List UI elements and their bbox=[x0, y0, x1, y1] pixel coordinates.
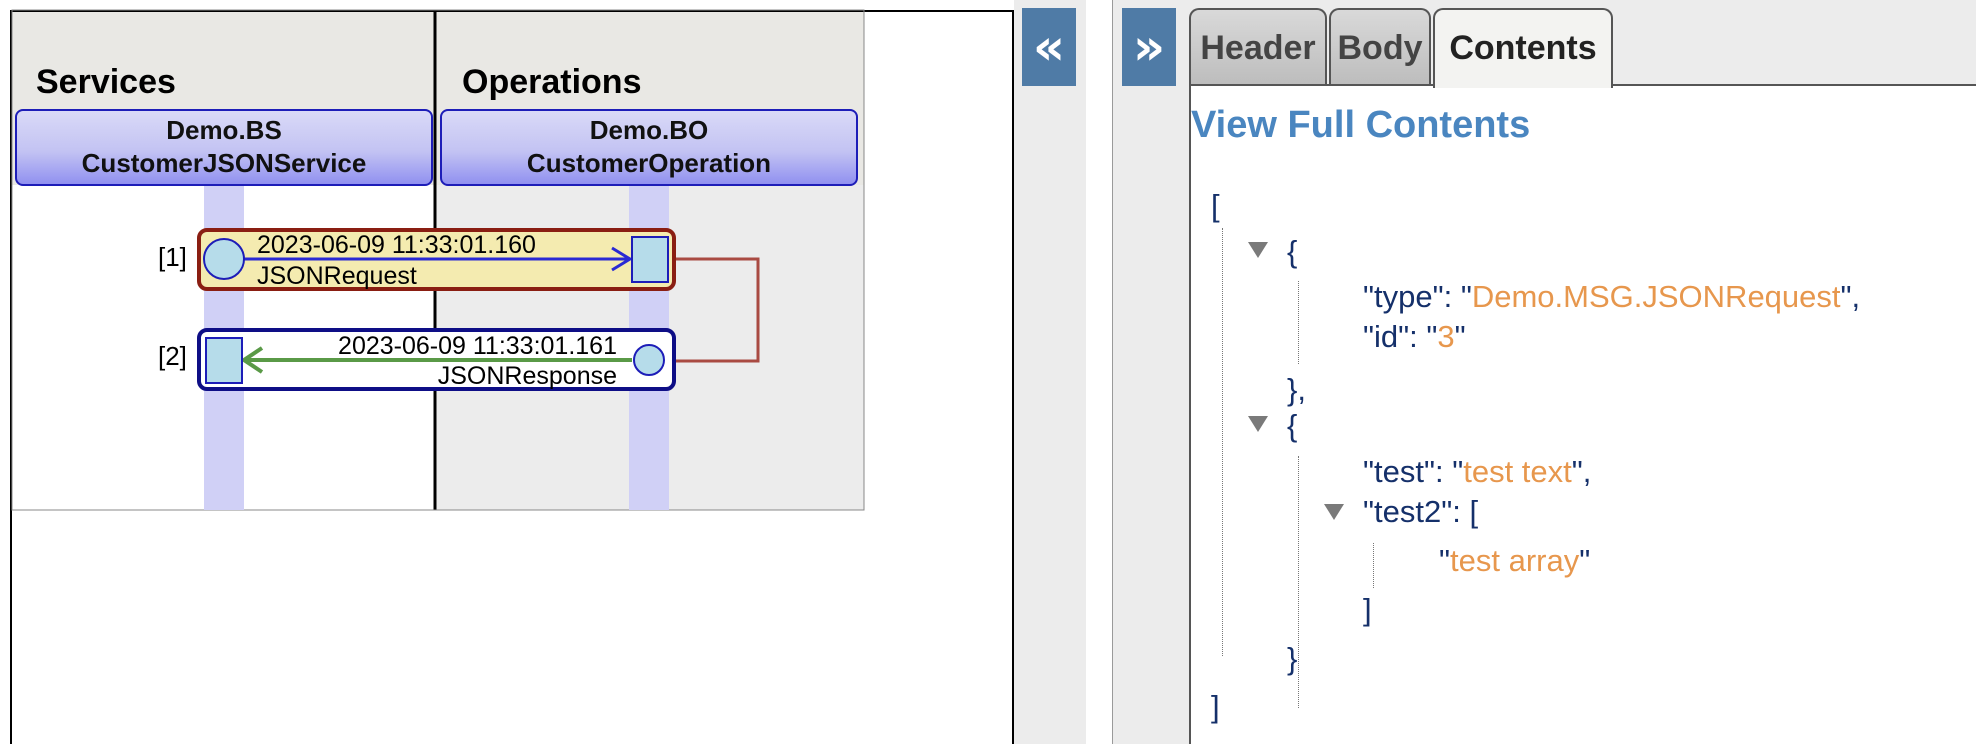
response-target-box bbox=[205, 337, 243, 384]
request-source-circle bbox=[203, 238, 245, 280]
tab-header[interactable]: Header bbox=[1189, 8, 1327, 84]
json-object-open: { bbox=[1287, 408, 1298, 443]
indent-guide bbox=[1373, 543, 1374, 588]
service-box-demo-bs[interactable]: Demo.BS CustomerJSONService bbox=[15, 109, 433, 186]
message-1-request[interactable]: 2023-06-09 11:33:01.160 JSONRequest bbox=[197, 228, 676, 291]
message-2-name: JSONResponse bbox=[438, 362, 617, 390]
trace-diagram: Services Operations Demo.BS CustomerJSON… bbox=[11, 9, 865, 511]
message-1-index: [1] bbox=[158, 242, 187, 272]
response-source-circle bbox=[633, 344, 665, 376]
service-box-line1: Demo.BS bbox=[166, 115, 282, 145]
indent-guide bbox=[1298, 281, 1299, 364]
message-2-timestamp: 2023-06-09 11:33:01.161 bbox=[338, 332, 617, 360]
splitter-strip bbox=[1014, 0, 1086, 744]
contents-pane: View Full Contents [ { "type": "Demo.MSG… bbox=[1189, 84, 1976, 744]
request-target-box bbox=[631, 236, 669, 283]
expand-panel-button[interactable]: » bbox=[1122, 8, 1176, 86]
json-line-test2: "test2": [ bbox=[1363, 494, 1479, 529]
message-1-name: JSONRequest bbox=[257, 262, 417, 290]
panel-gap bbox=[1086, 0, 1112, 744]
operations-column-title: Operations bbox=[462, 63, 641, 101]
json-array-item: "test array" bbox=[1439, 543, 1591, 578]
message-2-index: [2] bbox=[158, 341, 187, 371]
indent-guide bbox=[1298, 456, 1299, 708]
json-array-close: ] bbox=[1211, 689, 1220, 724]
message-details-panel: » Header Body Contents View Full Content… bbox=[1112, 0, 1976, 744]
tab-body[interactable]: Body bbox=[1329, 8, 1431, 84]
service-box-line2: CustomerJSONService bbox=[82, 148, 367, 178]
message-1-timestamp: 2023-06-09 11:33:01.160 bbox=[257, 231, 536, 259]
tab-contents[interactable]: Contents bbox=[1433, 8, 1613, 88]
json-array-open: [ bbox=[1211, 188, 1220, 223]
indent-guide bbox=[1222, 228, 1223, 656]
json-line-type: "type": "Demo.MSG.JSONRequest", bbox=[1363, 279, 1861, 314]
json-object-open: { bbox=[1287, 234, 1298, 269]
collapse-panel-button[interactable]: « bbox=[1022, 8, 1076, 86]
trace-diagram-panel: Services Operations Demo.BS CustomerJSON… bbox=[0, 0, 1087, 744]
message-2-response[interactable]: 2023-06-09 11:33:01.161 JSONResponse bbox=[197, 328, 676, 391]
operation-box-line1: Demo.BO bbox=[590, 115, 708, 145]
json-object-close: } bbox=[1287, 641, 1298, 676]
json-array-close: ] bbox=[1363, 592, 1372, 627]
collapse-toggle-icon[interactable] bbox=[1324, 504, 1344, 520]
collapse-toggle-icon[interactable] bbox=[1248, 242, 1268, 258]
json-object-close: }, bbox=[1287, 372, 1306, 407]
services-column-title: Services bbox=[36, 63, 176, 101]
collapse-toggle-icon[interactable] bbox=[1248, 416, 1268, 432]
view-full-contents-link[interactable]: View Full Contents bbox=[1191, 104, 1530, 147]
operation-box-demo-bo[interactable]: Demo.BO CustomerOperation bbox=[440, 109, 858, 186]
json-line-test: "test": "test text", bbox=[1363, 454, 1592, 489]
json-line-id: "id": "3" bbox=[1363, 319, 1466, 354]
operation-box-line2: CustomerOperation bbox=[527, 148, 771, 178]
